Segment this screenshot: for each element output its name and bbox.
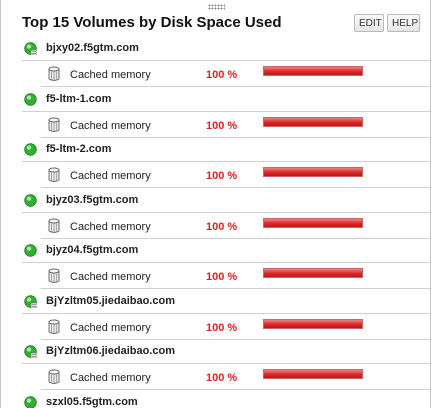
host-name-link[interactable]: BjYzltm05.jiedaibao.com (46, 295, 175, 307)
volume-row[interactable]: Cached memory 100 % (1, 366, 430, 391)
disk-volume-icon (48, 218, 60, 233)
percent-used-value: 100 % (206, 220, 238, 233)
volume-row[interactable]: Cached memory 100 % (1, 114, 430, 139)
host-name-link[interactable]: bjxy02.f5gtm.com (46, 42, 139, 54)
percent-used-value: 100 % (206, 372, 238, 384)
host-name-link[interactable]: bjyz03.f5gtm.com (46, 194, 138, 206)
usage-bar-fill (264, 269, 362, 277)
volume-name: Cached memory (70, 170, 151, 182)
usage-bar-fill (264, 67, 362, 75)
usage-bar (263, 66, 363, 76)
widget-title: Top 15 Volumes by Disk Space Used (22, 14, 282, 31)
node-up-with-badge-icon (24, 42, 37, 55)
row-divider (41, 86, 430, 87)
node-up-icon (24, 92, 37, 106)
disk-volume-icon (48, 319, 60, 334)
volume-name: Cached memory (70, 372, 151, 384)
host-row: f5-ltm-1.com (1, 89, 430, 115)
volume-name: Cached memory (70, 119, 151, 132)
disk-volume-icon (48, 66, 60, 81)
node-up-with-badge-icon (24, 294, 37, 308)
host-name-link[interactable]: f5-ltm-1.com (46, 93, 111, 105)
host-row: bjxy02.f5gtm.com (1, 38, 430, 64)
row-divider (41, 338, 430, 340)
host-name-link[interactable]: bjyz04.f5gtm.com (46, 244, 138, 256)
row-divider (22, 363, 430, 364)
volume-row[interactable]: Cached memory 100 % (1, 265, 430, 290)
row-divider (22, 60, 430, 61)
node-up-with-badge-icon (24, 345, 37, 358)
node-up-icon (24, 193, 37, 207)
host-row: bjyz03.f5gtm.com (1, 190, 430, 216)
percent-used-value: 100 % (206, 170, 238, 182)
row-divider (41, 187, 430, 188)
edit-button[interactable]: EDIT (354, 14, 384, 32)
row-divider (41, 389, 430, 390)
host-row: f5-ltm-2.com (1, 139, 430, 165)
widget-header: Top 15 Volumes by Disk Space Used EDIT H… (1, 0, 430, 38)
usage-bar (263, 268, 363, 278)
usage-bar-fill (264, 218, 362, 227)
usage-bar-fill (264, 319, 362, 328)
row-divider (22, 161, 430, 162)
usage-bar-fill (264, 168, 362, 176)
volume-name: Cached memory (70, 220, 151, 233)
row-divider (41, 136, 430, 138)
volume-row[interactable]: Cached memory 100 % (1, 63, 430, 88)
disk-volume-icon (48, 268, 60, 283)
usage-bar-fill (264, 117, 362, 126)
host-name-link[interactable]: f5-ltm-2.com (46, 143, 111, 155)
disk-volume-icon (48, 167, 60, 182)
host-name-link[interactable]: BjYzltm06.jiedaibao.com (46, 345, 175, 357)
row-divider (22, 312, 430, 314)
volume-row[interactable]: Cached memory 100 % (1, 316, 430, 341)
percent-used-value: 100 % (206, 69, 238, 81)
row-divider (41, 237, 430, 239)
node-up-icon (24, 395, 37, 408)
percent-used-value: 100 % (206, 119, 238, 132)
host-row: BjYzltm05.jiedaibao.com (1, 291, 430, 317)
node-up-icon (24, 244, 37, 257)
host-row: bjyz04.f5gtm.com (1, 240, 430, 266)
disk-volume-icon (48, 369, 60, 384)
row-divider (22, 110, 430, 112)
host-name-link[interactable]: szxl05.f5gtm.com (46, 396, 138, 408)
volume-row[interactable]: Cached memory 100 % (1, 215, 430, 240)
volume-name: Cached memory (70, 69, 151, 81)
top-volumes-widget: Top 15 Volumes by Disk Space Used EDIT H… (0, 0, 431, 408)
row-divider (41, 288, 430, 289)
volume-name: Cached memory (70, 271, 151, 283)
usage-bar (263, 167, 363, 177)
volume-row[interactable]: Cached memory 100 % (1, 164, 430, 189)
usage-bar (263, 116, 363, 127)
usage-bar (263, 318, 363, 329)
row-divider (22, 211, 430, 213)
usage-bar (263, 217, 363, 228)
usage-bar-fill (264, 370, 362, 378)
host-row: BjYzltm06.jiedaibao.com (1, 341, 430, 367)
percent-used-value: 100 % (206, 321, 238, 334)
node-up-icon (24, 143, 37, 156)
percent-used-value: 100 % (206, 271, 238, 283)
help-button[interactable]: HELP (387, 14, 420, 32)
disk-volume-icon (48, 117, 60, 132)
volume-name: Cached memory (70, 321, 151, 334)
row-divider (22, 262, 430, 263)
usage-bar (263, 369, 363, 379)
host-row: szxl05.f5gtm.com (1, 392, 430, 408)
